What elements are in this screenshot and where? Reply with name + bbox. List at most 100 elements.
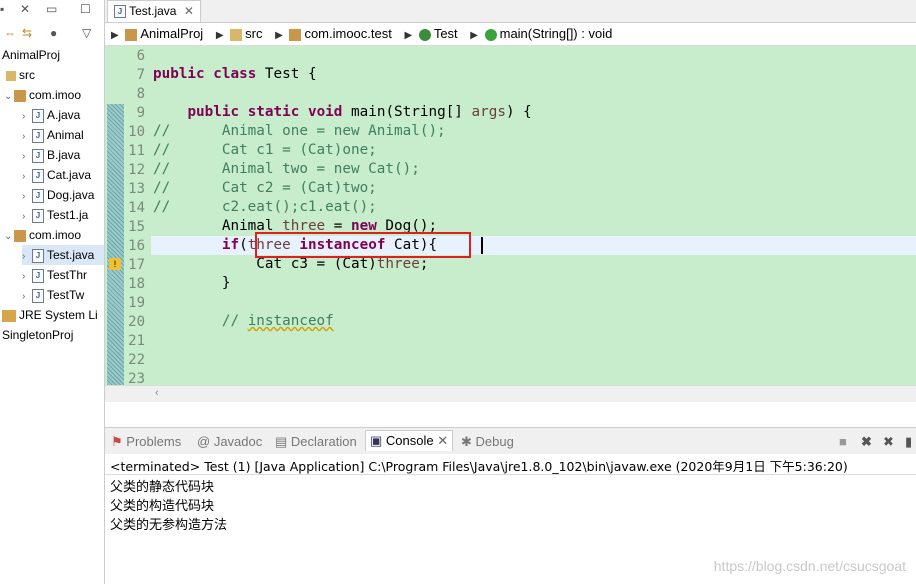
- editor-tab-bar: J Test.java ✕: [105, 0, 916, 23]
- tab-console[interactable]: ▣ Console ✕: [365, 430, 454, 451]
- console-line: 父类的静态代码块: [110, 480, 215, 495]
- line-number: 10: [128, 124, 145, 140]
- warning-icon[interactable]: !: [109, 258, 121, 270]
- console-line: 父类的构造代码块: [110, 499, 215, 514]
- tab-problems[interactable]: ⚑ Problems: [111, 432, 181, 452]
- console-output[interactable]: <terminated> Test (1) [Java Application]…: [105, 454, 916, 584]
- chevron-right-icon[interactable]: ›: [22, 207, 32, 227]
- code-line: Cat c3 = (Cat)three;: [153, 256, 429, 272]
- remove-launch-icon[interactable]: ✖: [861, 432, 872, 452]
- remove-all-icon[interactable]: ✖: [883, 432, 894, 452]
- javadoc-icon: @: [197, 434, 211, 449]
- tree-item-animalproj[interactable]: AnimalProj: [2, 45, 60, 65]
- maximize-icon[interactable]: ☐: [80, 2, 91, 16]
- library-icon: [2, 309, 16, 322]
- line-number: 16: [128, 238, 145, 254]
- scroll-left-icon[interactable]: ‹: [155, 387, 159, 399]
- debug-icon: ✱: [461, 434, 472, 449]
- tab-javadoc[interactable]: @ Javadoc: [197, 432, 262, 452]
- tree-item-package-1[interactable]: ⌄ com.imoo: [4, 85, 81, 105]
- terminate-icon[interactable]: ■: [839, 432, 847, 452]
- horizontal-scrollbar[interactable]: ‹: [105, 385, 916, 402]
- method-icon: [484, 28, 497, 41]
- chevron-right-icon: ▶: [275, 30, 283, 41]
- tree-item-testthr[interactable]: › J TestThr: [22, 265, 87, 285]
- code-line: public class Test {: [153, 66, 317, 82]
- chevron-down-icon[interactable]: ⌄: [4, 227, 14, 247]
- java-file-icon: J: [32, 268, 44, 283]
- source-folder-icon: [230, 28, 243, 41]
- minimize-icon[interactable]: ▭: [46, 2, 57, 16]
- line-number: 14: [128, 200, 145, 216]
- console-status: <terminated> Test (1) [Java Application]…: [110, 459, 848, 474]
- package-icon: [14, 229, 26, 242]
- chevron-down-icon[interactable]: ⌄: [4, 87, 14, 107]
- code-line: // c2.eat();c1.eat();: [153, 199, 377, 215]
- tree-item-jre[interactable]: JRE System Li: [2, 305, 98, 325]
- java-file-icon: J: [32, 208, 44, 223]
- breadcrumb-project[interactable]: AnimalProj: [125, 23, 203, 45]
- text-cursor: [481, 237, 483, 254]
- code-editor[interactable]: 6 7 public class Test {8 9 public static vo…: [105, 46, 916, 402]
- line-number: 6: [136, 48, 145, 64]
- tree-item-package-2[interactable]: ⌄ com.imoo: [4, 225, 81, 245]
- chevron-right-icon: ▶: [111, 30, 119, 41]
- declaration-icon: ▤: [275, 434, 288, 449]
- line-number: 15: [128, 219, 145, 235]
- watermark: https://blog.csdn.net/csucsgoat: [713, 558, 906, 574]
- chevron-right-icon[interactable]: ›: [22, 247, 32, 267]
- tree-item-test1-java[interactable]: › J Test1.ja: [22, 205, 88, 225]
- code-line: // Animal one = new Animal();: [153, 123, 446, 139]
- collapse-all-icon[interactable]: ⇔: [4, 26, 16, 40]
- close-tab-icon[interactable]: ✕: [437, 433, 448, 448]
- tree-item-a-java[interactable]: › J A.java: [22, 105, 80, 125]
- chevron-right-icon[interactable]: ›: [22, 167, 32, 187]
- tree-item-dog-java[interactable]: › J Dog.java: [22, 185, 94, 205]
- tab-test-java[interactable]: J Test.java ✕: [107, 0, 201, 22]
- tree-item-b-java[interactable]: › J B.java: [22, 145, 80, 165]
- code-line: // instanceof: [153, 313, 334, 329]
- breadcrumb: ▶ AnimalProj ▶ src ▶ com.imooc.test ▶ Te…: [105, 23, 916, 46]
- line-number: 17: [128, 257, 145, 273]
- link-editor-icon[interactable]: ⇆: [22, 26, 32, 40]
- java-file-icon: J: [32, 148, 44, 163]
- java-file-icon: J: [114, 5, 126, 19]
- code-line: // Cat c1 = (Cat)one;: [153, 142, 377, 158]
- console-icon: ▣: [370, 433, 383, 448]
- chevron-right-icon[interactable]: ›: [22, 127, 32, 147]
- tab-declaration[interactable]: ▤ Declaration: [275, 432, 357, 452]
- chevron-right-icon[interactable]: ›: [22, 287, 32, 307]
- tab-debug[interactable]: ✱ Debug: [461, 432, 514, 452]
- chevron-right-icon[interactable]: ›: [22, 107, 32, 127]
- line-number: 7: [136, 67, 145, 83]
- close-tab-icon[interactable]: ✕: [184, 4, 194, 18]
- tree-item-singletonproj[interactable]: SingletonProj: [2, 325, 73, 345]
- tree-item-src[interactable]: src: [6, 65, 35, 85]
- chevron-right-icon[interactable]: ›: [22, 147, 32, 167]
- console-menu-icon[interactable]: ▮: [905, 432, 912, 452]
- console-tab-bar: ⚑ Problems @ Javadoc ▤ Declaration ▣ Con…: [105, 427, 916, 455]
- java-file-icon: J: [32, 168, 44, 183]
- breadcrumb-class[interactable]: Test: [418, 23, 458, 45]
- tree-item-cat-java[interactable]: › J Cat.java: [22, 165, 91, 185]
- filter-icon[interactable]: ●: [50, 26, 57, 40]
- tree-item-testtw[interactable]: › J TestTw: [22, 285, 84, 305]
- tree-item-animal[interactable]: › J Animal: [22, 125, 84, 145]
- breadcrumb-package[interactable]: com.imooc.test: [289, 23, 392, 45]
- code-line: }: [153, 275, 231, 291]
- chevron-right-icon: ▶: [470, 30, 478, 41]
- breadcrumb-method[interactable]: main(String[]) : void: [484, 23, 612, 45]
- view-menu-icon[interactable]: ▽: [82, 26, 91, 40]
- line-number: 12: [128, 162, 145, 178]
- close-icon[interactable]: ✕: [20, 2, 30, 16]
- menu-dots-icon[interactable]: ▪: [0, 2, 4, 16]
- class-icon: [418, 28, 431, 41]
- tree-item-test-java[interactable]: › J Test.java: [22, 245, 104, 265]
- line-number: 13: [128, 181, 145, 197]
- breadcrumb-src[interactable]: src: [230, 23, 262, 45]
- line-number: 18: [128, 276, 145, 292]
- line-number: 9: [136, 105, 145, 121]
- java-file-icon: J: [32, 288, 44, 303]
- chevron-right-icon[interactable]: ›: [22, 187, 32, 207]
- chevron-right-icon[interactable]: ›: [22, 267, 32, 287]
